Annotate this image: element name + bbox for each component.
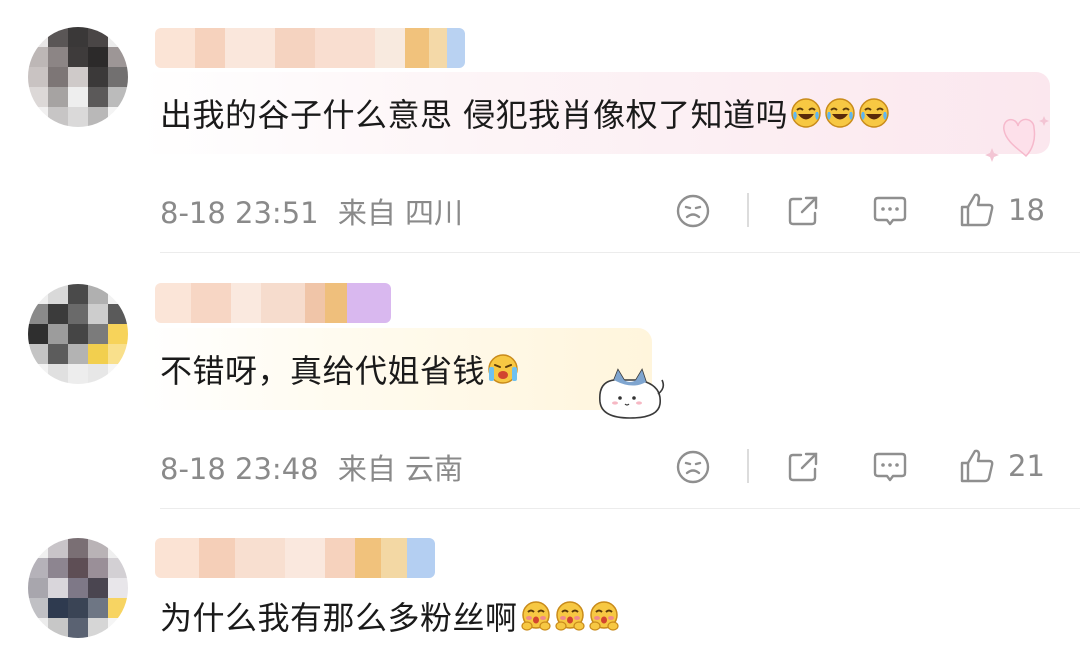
thumbs-up-icon xyxy=(960,449,994,483)
action-separator xyxy=(747,449,749,483)
blushing-hands-emoji xyxy=(554,601,585,631)
comment-item: 出我的谷子什么意思 侵犯我肖像权了知道吗 8-18 23:51 来自 四川 18 xyxy=(0,0,1080,255)
avatar[interactable] xyxy=(28,27,128,127)
blushing-hands-emoji xyxy=(588,601,619,631)
share-button[interactable] xyxy=(785,193,821,229)
holding-back-tears-emoji xyxy=(488,354,518,384)
crying-laughing-emoji xyxy=(859,98,889,128)
reply-button[interactable] xyxy=(872,449,908,485)
share-button[interactable] xyxy=(785,449,821,485)
comment-text: 出我的谷子什么意思 侵犯我肖像权了知道吗 xyxy=(160,96,789,134)
blushing-hands-emoji xyxy=(520,601,551,631)
reply-button[interactable] xyxy=(872,193,908,229)
cat-sticker-icon xyxy=(598,368,665,419)
comment-bubble-icon xyxy=(873,196,907,226)
neutral-face-icon xyxy=(676,194,710,228)
like-count: 18 xyxy=(1008,193,1045,227)
username-blurred[interactable] xyxy=(155,283,391,323)
like-button[interactable]: 21 xyxy=(958,447,1045,485)
neutral-face-icon xyxy=(676,450,710,484)
username-blurred[interactable] xyxy=(155,28,465,68)
comment-bubble-icon xyxy=(873,452,907,482)
comment-actions: 18 xyxy=(0,185,1080,235)
avatar[interactable] xyxy=(28,284,128,384)
action-separator xyxy=(747,193,749,227)
comment-divider xyxy=(160,508,1080,509)
username-blurred[interactable] xyxy=(155,538,435,578)
comment-text: 不错呀，真给代姐省钱 xyxy=(160,352,486,390)
comment-actions: 21 xyxy=(0,441,1080,491)
crying-laughing-emoji xyxy=(791,98,821,128)
thumbs-up-icon xyxy=(960,193,994,227)
comment-item: 不错呀，真给代姐省钱 8-18 23:48 来自 云南 21 xyxy=(0,255,1080,510)
comment-item: 为什么我有那么多粉丝啊 xyxy=(0,510,1080,667)
comment-text: 为什么我有那么多粉丝啊 xyxy=(160,599,518,637)
comment-bubble: 不错呀，真给代姐省钱 xyxy=(140,328,652,410)
comment-bubble: 出我的谷子什么意思 侵犯我肖像权了知道吗 xyxy=(140,72,1050,154)
avatar[interactable] xyxy=(28,538,128,638)
like-count: 21 xyxy=(1008,449,1045,483)
share-icon xyxy=(788,196,818,226)
dislike-button[interactable] xyxy=(675,193,711,229)
crying-laughing-emoji xyxy=(825,98,855,128)
dislike-button[interactable] xyxy=(675,449,711,485)
comment-bubble: 为什么我有那么多粉丝啊 xyxy=(140,575,700,657)
like-button[interactable]: 18 xyxy=(958,191,1045,229)
heart-sticker-icon xyxy=(985,116,1049,162)
comment-divider xyxy=(160,252,1080,253)
share-icon xyxy=(788,452,818,482)
